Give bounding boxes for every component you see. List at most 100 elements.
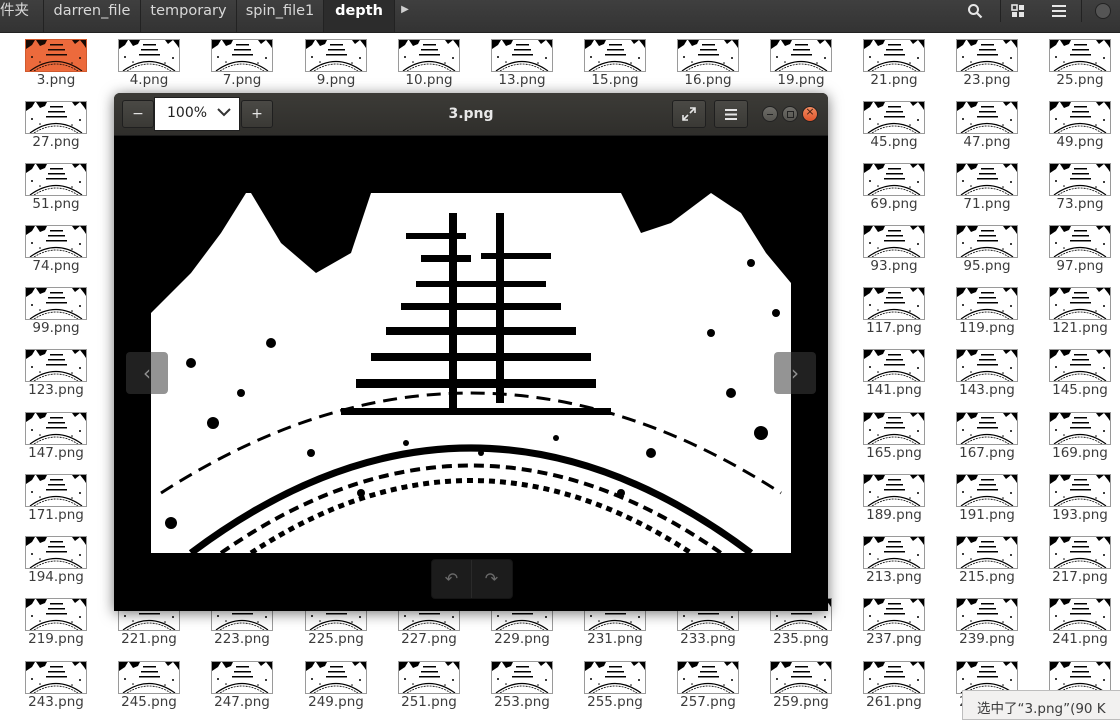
file-item[interactable]: 47.png xyxy=(931,94,1021,154)
view-toggle-button[interactable] xyxy=(998,0,1038,22)
file-item[interactable]: 97.png xyxy=(1024,218,1114,278)
file-item[interactable]: 247.png xyxy=(186,654,276,714)
file-item[interactable]: 93.png xyxy=(838,218,928,278)
menu-button[interactable] xyxy=(1039,0,1079,22)
file-item[interactable]: 189.png xyxy=(838,467,928,527)
file-thumbnail xyxy=(305,39,367,72)
file-item[interactable]: 123.png xyxy=(0,342,90,402)
file-item[interactable]: 259.png xyxy=(745,654,835,714)
fullscreen-button[interactable] xyxy=(672,100,706,128)
file-item[interactable]: 117.png xyxy=(838,280,928,340)
maximize-window-button[interactable] xyxy=(782,106,798,122)
file-name: 225.png xyxy=(308,631,364,647)
file-item[interactable]: 141.png xyxy=(838,342,928,402)
file-item[interactable]: 261.png xyxy=(838,654,928,714)
file-item[interactable]: 45.png xyxy=(838,94,928,154)
file-item[interactable]: 239.png xyxy=(931,591,1021,651)
file-name: 213.png xyxy=(866,569,922,585)
file-item[interactable]: 21.png xyxy=(838,32,928,92)
file-item[interactable]: 119.png xyxy=(931,280,1021,340)
file-item[interactable]: 27.png xyxy=(0,94,90,154)
file-name: 121.png xyxy=(1052,320,1108,336)
file-item[interactable]: 51.png xyxy=(0,156,90,216)
file-name: 10.png xyxy=(405,72,453,88)
zoom-in-button[interactable]: + xyxy=(241,100,273,128)
file-item[interactable]: 3.png xyxy=(0,32,90,92)
file-thumbnail xyxy=(25,598,87,631)
file-name: 217.png xyxy=(1052,569,1108,585)
file-name: 71.png xyxy=(963,196,1011,212)
file-item[interactable]: 167.png xyxy=(931,405,1021,465)
rotate-left-button[interactable]: ↶ xyxy=(432,560,472,598)
file-item[interactable]: 249.png xyxy=(280,654,370,714)
file-item[interactable]: 171.png xyxy=(0,467,90,527)
file-item[interactable]: 23.png xyxy=(931,32,1021,92)
file-item[interactable]: 16.png xyxy=(652,32,742,92)
file-item[interactable]: 257.png xyxy=(652,654,742,714)
file-item[interactable]: 191.png xyxy=(931,467,1021,527)
file-name: 223.png xyxy=(214,631,270,647)
zoom-combobox[interactable]: 100% xyxy=(154,97,240,131)
crumb-temporary[interactable]: temporary xyxy=(141,0,237,32)
file-item[interactable]: 165.png xyxy=(838,405,928,465)
rotate-right-button[interactable]: ↷ xyxy=(472,560,511,598)
file-name: 191.png xyxy=(959,507,1015,523)
crumb-spin-file1[interactable]: spin_file1 xyxy=(237,0,324,32)
minimize-window-button[interactable] xyxy=(762,106,778,122)
crumb-folder[interactable]: 件夹 xyxy=(0,0,44,32)
close-window-button[interactable]: × xyxy=(802,105,818,122)
file-item[interactable]: 194.png xyxy=(0,529,90,589)
file-item[interactable]: 237.png xyxy=(838,591,928,651)
file-item[interactable]: 7.png xyxy=(186,32,276,92)
file-item[interactable]: 4.png xyxy=(93,32,183,92)
file-thumbnail xyxy=(677,39,739,72)
file-item[interactable]: 95.png xyxy=(931,218,1021,278)
file-item[interactable]: 71.png xyxy=(931,156,1021,216)
chevron-right-icon[interactable]: ▶ xyxy=(395,0,415,22)
file-item[interactable]: 147.png xyxy=(0,405,90,465)
file-thumbnail xyxy=(956,598,1018,631)
crumb-darren-file[interactable]: darren_file xyxy=(44,0,141,32)
file-item[interactable]: 213.png xyxy=(838,529,928,589)
file-item[interactable]: 219.png xyxy=(0,591,90,651)
file-item[interactable]: 10.png xyxy=(373,32,463,92)
file-item[interactable]: 143.png xyxy=(931,342,1021,402)
search-button[interactable] xyxy=(955,0,995,22)
file-name: 245.png xyxy=(121,694,177,710)
file-item[interactable]: 19.png xyxy=(745,32,835,92)
window-minimize-button[interactable] xyxy=(1088,0,1118,22)
file-item[interactable]: 69.png xyxy=(838,156,928,216)
file-item[interactable]: 49.png xyxy=(1024,94,1114,154)
file-item[interactable]: 145.png xyxy=(1024,342,1114,402)
file-item[interactable]: 245.png xyxy=(93,654,183,714)
file-item[interactable]: 169.png xyxy=(1024,405,1114,465)
file-item[interactable]: 99.png xyxy=(0,280,90,340)
file-item[interactable]: 241.png xyxy=(1024,591,1114,651)
file-item[interactable]: 243.png xyxy=(0,654,90,714)
file-item[interactable]: 121.png xyxy=(1024,280,1114,340)
next-image-button[interactable]: › xyxy=(774,352,816,394)
file-thumbnail xyxy=(770,39,832,72)
file-item[interactable]: 253.png xyxy=(466,654,556,714)
file-item[interactable]: 74.png xyxy=(0,218,90,278)
file-name: 9.png xyxy=(316,72,356,88)
file-name: 171.png xyxy=(28,507,84,523)
file-item[interactable]: 217.png xyxy=(1024,529,1114,589)
file-item[interactable]: 193.png xyxy=(1024,467,1114,527)
file-item[interactable]: 15.png xyxy=(559,32,649,92)
file-item[interactable]: 13.png xyxy=(466,32,556,92)
crumb-depth[interactable]: depth xyxy=(324,0,395,32)
file-item[interactable]: 251.png xyxy=(373,654,463,714)
zoom-out-button[interactable]: − xyxy=(122,100,154,128)
file-item[interactable]: 25.png xyxy=(1024,32,1114,92)
file-name: 13.png xyxy=(498,72,546,88)
file-item[interactable]: 255.png xyxy=(559,654,649,714)
file-item[interactable]: 215.png xyxy=(931,529,1021,589)
file-thumbnail xyxy=(863,349,925,382)
file-item[interactable]: 9.png xyxy=(280,32,370,92)
viewer-menu-button[interactable] xyxy=(714,100,748,128)
file-thumbnail xyxy=(305,661,367,694)
file-item[interactable]: 73.png xyxy=(1024,156,1114,216)
file-thumbnail xyxy=(956,39,1018,72)
previous-image-button[interactable]: ‹ xyxy=(126,352,168,394)
